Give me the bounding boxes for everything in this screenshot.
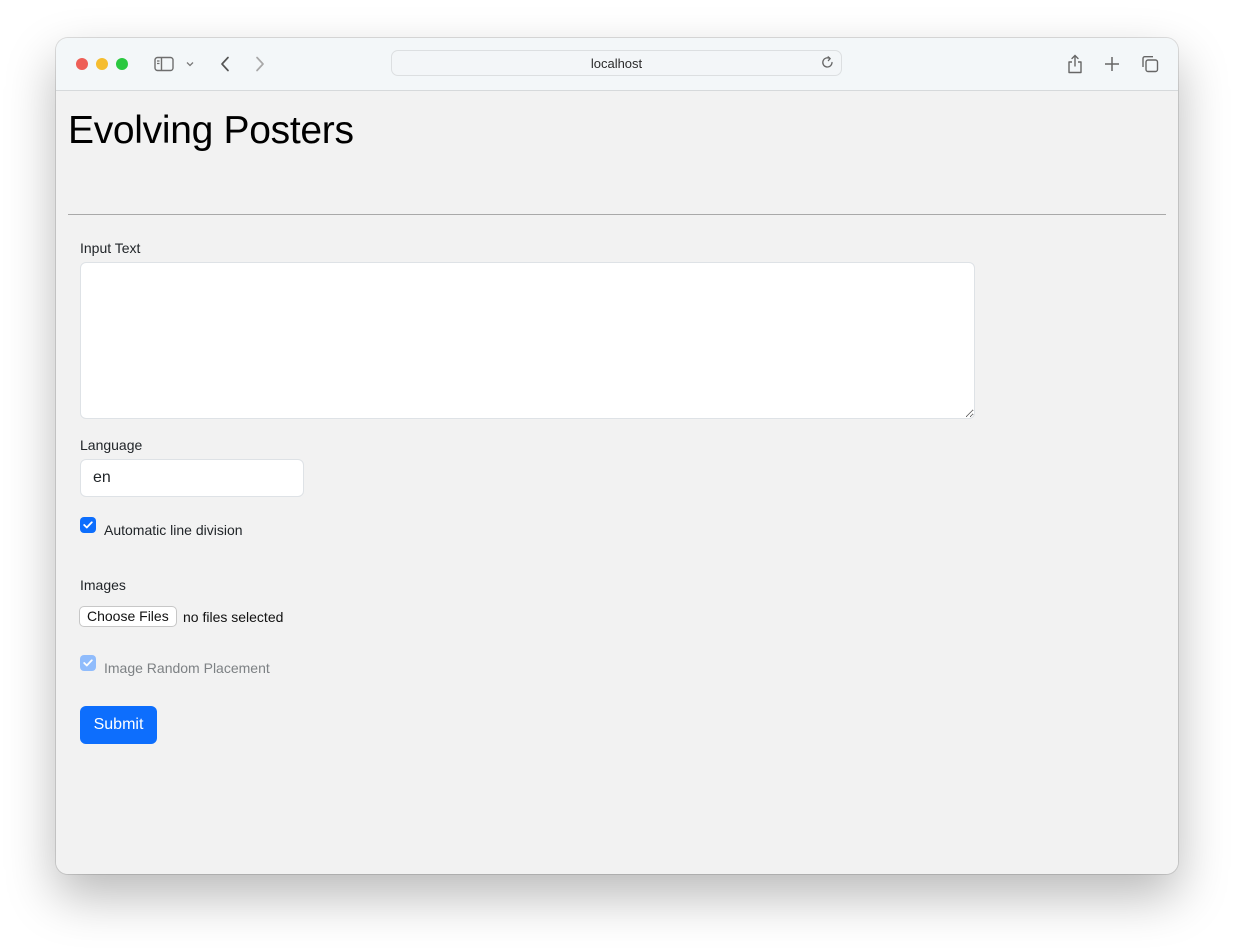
page-title: Evolving Posters: [68, 109, 354, 152]
random-placement-checkbox: [80, 655, 96, 671]
address-bar[interactable]: localhost: [391, 50, 842, 76]
auto-line-label: Automatic line division: [104, 522, 243, 538]
submit-button[interactable]: Submit: [80, 706, 157, 744]
share-icon[interactable]: [1064, 52, 1086, 76]
random-placement-label: Image Random Placement: [104, 660, 270, 676]
sidebar-icon[interactable]: [152, 52, 176, 76]
language-label: Language: [80, 437, 143, 453]
auto-line-checkbox[interactable]: [80, 517, 96, 533]
page-content: Evolving Posters Input Text Language Aut…: [56, 91, 1178, 874]
images-label: Images: [80, 577, 126, 593]
address-bar-url: localhost: [590, 56, 643, 71]
minimize-window-button[interactable]: [96, 58, 108, 70]
input-text-label: Input Text: [80, 240, 141, 256]
chevron-right-icon[interactable]: [251, 52, 269, 76]
reload-icon[interactable]: [820, 55, 835, 75]
tab-overview-icon[interactable]: [1139, 52, 1161, 76]
input-text-area[interactable]: [80, 262, 975, 419]
divider: [68, 214, 1166, 215]
language-input[interactable]: [80, 459, 304, 497]
chevron-left-icon[interactable]: [216, 52, 234, 76]
chevron-down-icon[interactable]: [184, 52, 196, 76]
choose-files-button[interactable]: Choose Files: [79, 606, 177, 627]
browser-window: localhost Evolving Posters Input Text La…: [56, 38, 1178, 874]
browser-toolbar: localhost: [56, 38, 1178, 91]
zoom-window-button[interactable]: [116, 58, 128, 70]
close-window-button[interactable]: [76, 58, 88, 70]
plus-icon[interactable]: [1101, 52, 1123, 76]
file-status-text: no files selected: [183, 609, 284, 625]
